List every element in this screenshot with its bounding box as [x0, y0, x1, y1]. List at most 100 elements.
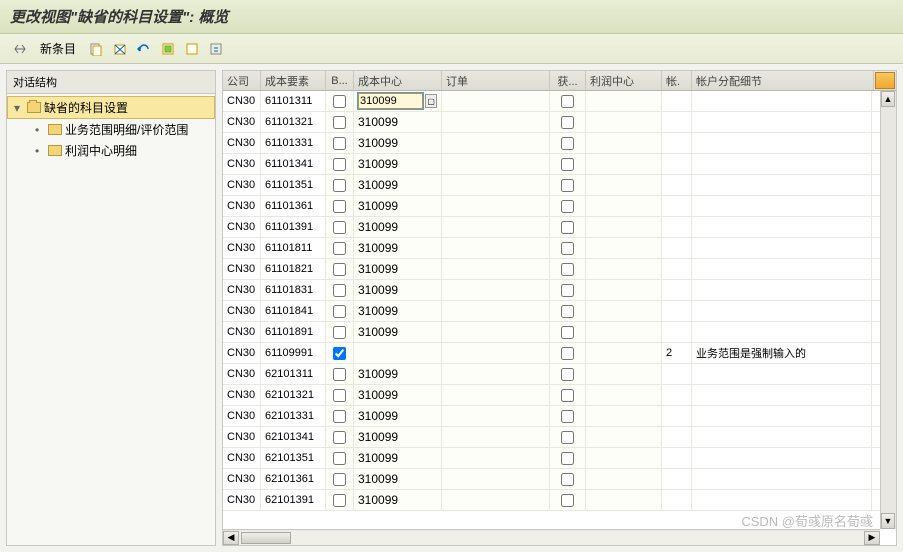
table-row[interactable]: CN30 61101811 310099	[223, 238, 896, 259]
toggle-icon[interactable]	[10, 39, 30, 59]
checkbox-b[interactable]	[333, 473, 346, 486]
cell-cost-center[interactable]: 310099	[354, 364, 442, 384]
cost-center-input[interactable]	[358, 93, 423, 109]
cell-profit[interactable]	[586, 175, 662, 195]
checkbox-b[interactable]	[333, 431, 346, 444]
cell-profit[interactable]	[586, 196, 662, 216]
checkbox-get[interactable]	[561, 284, 574, 297]
cell-profit[interactable]	[586, 217, 662, 237]
cell-order[interactable]	[442, 448, 550, 468]
cell-profit[interactable]	[586, 112, 662, 132]
cell-cost-center[interactable]: 310099	[354, 448, 442, 468]
table-row[interactable]: CN30 62101391 310099	[223, 490, 896, 511]
cell-cost-center[interactable]: 310099	[354, 406, 442, 426]
cell-b[interactable]	[326, 154, 354, 174]
col-cost-element[interactable]: 成本要素	[261, 71, 326, 90]
cell-order[interactable]	[442, 301, 550, 321]
table-row[interactable]: CN30 61101831 310099	[223, 280, 896, 301]
cell-get[interactable]	[550, 175, 586, 195]
col-order[interactable]: 订单	[442, 71, 550, 90]
table-row[interactable]: CN30 61101311 ▢	[223, 91, 896, 112]
checkbox-get[interactable]	[561, 431, 574, 444]
cell-b[interactable]	[326, 175, 354, 195]
table-row[interactable]: CN30 62101351 310099	[223, 448, 896, 469]
cell-b[interactable]	[326, 364, 354, 384]
checkbox-get[interactable]	[561, 221, 574, 234]
cell-profit[interactable]	[586, 91, 662, 111]
checkbox-b[interactable]	[333, 221, 346, 234]
cell-b[interactable]	[326, 385, 354, 405]
checkbox-b[interactable]	[333, 494, 346, 507]
cell-profit[interactable]	[586, 301, 662, 321]
tree-child-node[interactable]: • 利润中心明细	[7, 140, 215, 161]
table-row[interactable]: CN30 62101321 310099	[223, 385, 896, 406]
cell-order[interactable]	[442, 238, 550, 258]
cell-order[interactable]	[442, 364, 550, 384]
cell-get[interactable]	[550, 133, 586, 153]
table-row[interactable]: CN30 61101361 310099	[223, 196, 896, 217]
scroll-track[interactable]	[881, 107, 896, 513]
col-detail[interactable]: 帐户分配细节	[692, 71, 874, 90]
collapse-icon[interactable]: ▾	[14, 101, 24, 115]
cell-b[interactable]	[326, 427, 354, 447]
cell-b[interactable]	[326, 406, 354, 426]
checkbox-get[interactable]	[561, 368, 574, 381]
table-row[interactable]: CN30 61101821 310099	[223, 259, 896, 280]
tree-root-node[interactable]: ▾ 缺省的科目设置	[7, 96, 215, 119]
cell-b[interactable]	[326, 490, 354, 510]
cell-order[interactable]	[442, 91, 550, 111]
cell-get[interactable]	[550, 238, 586, 258]
cell-profit[interactable]	[586, 154, 662, 174]
cell-get[interactable]	[550, 322, 586, 342]
cell-get[interactable]	[550, 91, 586, 111]
cell-b[interactable]	[326, 469, 354, 489]
cell-profit[interactable]	[586, 490, 662, 510]
cell-get[interactable]	[550, 406, 586, 426]
cell-cost-center[interactable]: 310099	[354, 490, 442, 510]
checkbox-b[interactable]	[333, 305, 346, 318]
cell-order[interactable]	[442, 280, 550, 300]
cell-profit[interactable]	[586, 343, 662, 363]
scroll-track[interactable]	[239, 531, 864, 545]
table-row[interactable]: CN30 61101841 310099	[223, 301, 896, 322]
cell-get[interactable]	[550, 112, 586, 132]
cell-cost-center[interactable]: 310099	[354, 112, 442, 132]
table-row[interactable]: CN30 61101321 310099	[223, 112, 896, 133]
cell-profit[interactable]	[586, 385, 662, 405]
cell-get[interactable]	[550, 427, 586, 447]
checkbox-b[interactable]	[333, 410, 346, 423]
checkbox-b[interactable]	[333, 137, 346, 150]
tree-child-node[interactable]: • 业务范围明细/评价范围	[7, 119, 215, 140]
checkbox-b[interactable]	[333, 95, 346, 108]
cell-get[interactable]	[550, 343, 586, 363]
cell-cost-center[interactable]: 310099	[354, 301, 442, 321]
cell-cost-center[interactable]: 310099	[354, 154, 442, 174]
cell-order[interactable]	[442, 490, 550, 510]
copy-icon[interactable]	[86, 39, 106, 59]
scroll-down-icon[interactable]: ▼	[881, 513, 895, 529]
cell-order[interactable]	[442, 385, 550, 405]
cell-profit[interactable]	[586, 469, 662, 489]
cell-cost-center[interactable]: 310099	[354, 133, 442, 153]
variant-icon[interactable]	[206, 39, 226, 59]
checkbox-get[interactable]	[561, 242, 574, 255]
cell-order[interactable]	[442, 259, 550, 279]
cell-get[interactable]	[550, 448, 586, 468]
f4-help-icon[interactable]: ▢	[425, 94, 437, 108]
cell-cost-center[interactable]: 310099	[354, 217, 442, 237]
checkbox-get[interactable]	[561, 305, 574, 318]
cell-b[interactable]	[326, 301, 354, 321]
checkbox-get[interactable]	[561, 158, 574, 171]
checkbox-get[interactable]	[561, 473, 574, 486]
checkbox-b[interactable]	[333, 242, 346, 255]
cell-profit[interactable]	[586, 448, 662, 468]
cell-profit[interactable]	[586, 364, 662, 384]
horizontal-scrollbar[interactable]: ◀ ▶	[223, 529, 880, 545]
checkbox-get[interactable]	[561, 389, 574, 402]
cell-order[interactable]	[442, 469, 550, 489]
table-row[interactable]: CN30 62101341 310099	[223, 427, 896, 448]
cell-b[interactable]	[326, 259, 354, 279]
col-company[interactable]: 公司	[223, 71, 261, 90]
checkbox-get[interactable]	[561, 326, 574, 339]
cell-b[interactable]	[326, 133, 354, 153]
